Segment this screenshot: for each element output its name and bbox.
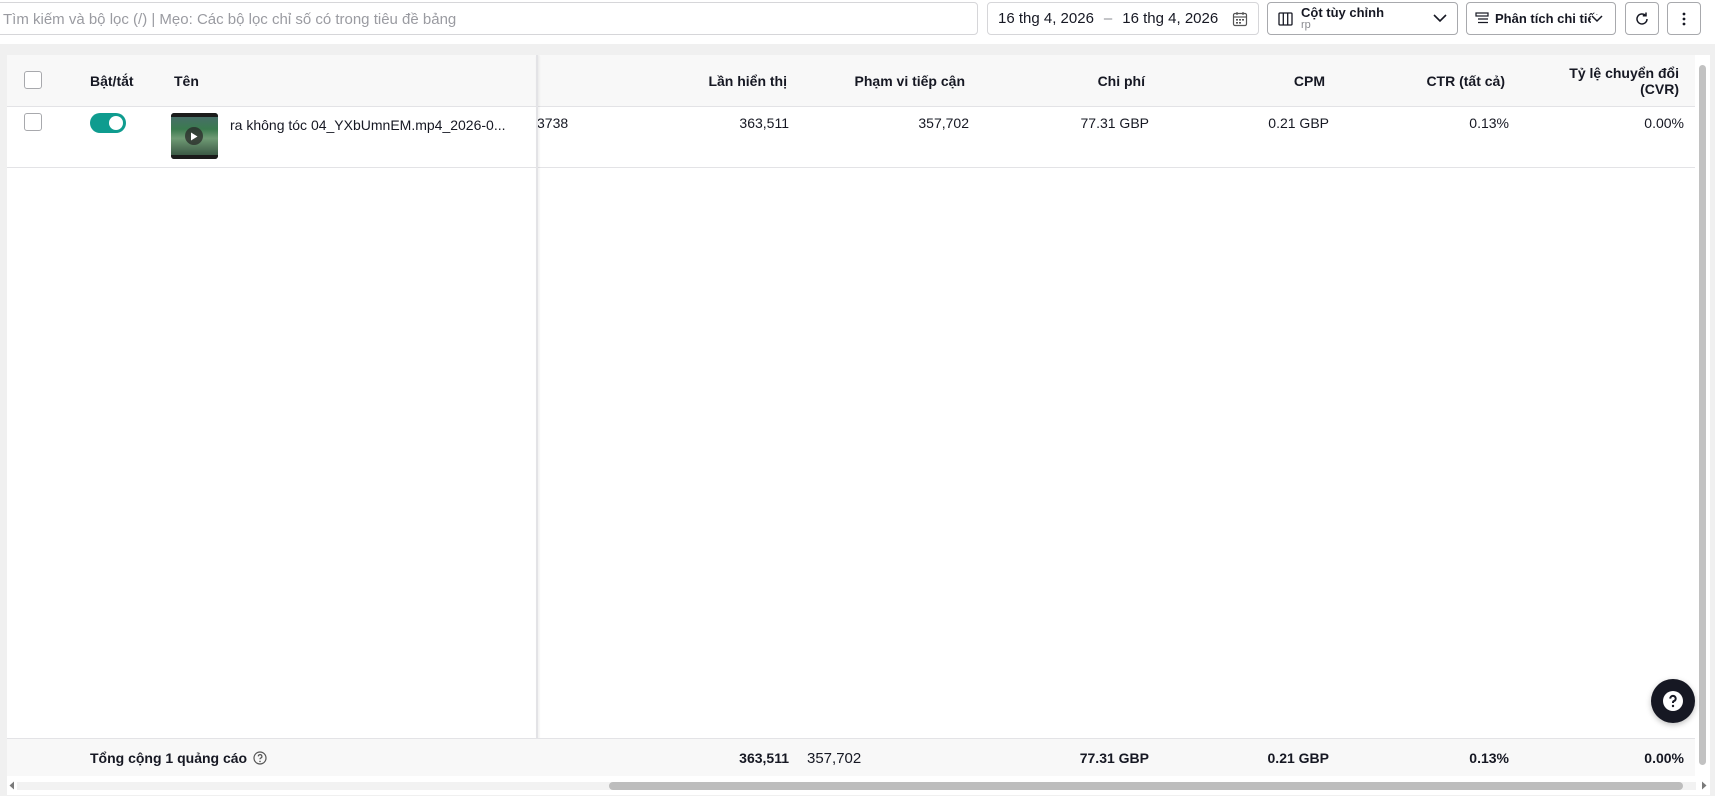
horizontal-scrollbar[interactable] (7, 776, 1710, 795)
header-cvr-line1: Tỷ lệ chuyển đổi (1569, 64, 1679, 81)
date-separator: – (1103, 10, 1113, 27)
search-box[interactable] (0, 2, 978, 35)
header-reach[interactable]: Phạm vi tiếp cận (787, 55, 965, 106)
date-start: 16 thg 4, 2026 (998, 10, 1094, 27)
cell-hidden-column: 3738 (537, 115, 569, 131)
header-toggle[interactable]: Bật/tắt (90, 55, 134, 106)
search-input[interactable] (1, 3, 977, 34)
more-button[interactable] (1667, 2, 1701, 35)
header-ctr[interactable]: CTR (tất cả) (1327, 55, 1505, 106)
table-footer-totals: Tổng cộng 1 quảng cáo 363,511 357,702 77… (7, 738, 1695, 777)
header-name[interactable]: Tên (174, 55, 199, 106)
cell-cvr: 0.00% (1644, 115, 1684, 131)
scroll-left-arrow-icon[interactable] (9, 781, 15, 790)
ad-name-link[interactable]: ra không tóc 04_YXbUmnEM.mp4_2026-0... (230, 117, 520, 133)
horizontal-scroll-thumb[interactable] (609, 782, 1683, 790)
date-end: 16 thg 4, 2026 (1122, 10, 1219, 27)
thumbnail-bottom-bar (171, 155, 218, 159)
calendar-icon (1232, 11, 1248, 27)
header-cvr[interactable]: Tỷ lệ chuyển đổi (CVR) (1507, 55, 1679, 106)
select-all-checkbox[interactable] (24, 71, 42, 89)
total-cvr: 0.00% (1644, 750, 1684, 766)
play-icon (185, 127, 203, 145)
chevron-down-icon (1433, 14, 1447, 23)
refresh-button[interactable] (1625, 2, 1659, 35)
help-button[interactable] (1651, 679, 1695, 723)
custom-columns-sub: rp (1301, 18, 1311, 31)
toolbar: 16 thg 4, 2026 – 16 thg 4, 2026 Cột tùy … (0, 0, 1715, 44)
table-header: Bật/tắt Tên Lần hiển thị Phạm vi tiếp cậ… (7, 55, 1695, 107)
info-icon[interactable] (253, 751, 267, 765)
total-ctr: 0.13% (1469, 750, 1509, 766)
header-cpm[interactable]: CPM (1147, 55, 1325, 106)
cell-ctr: 0.13% (1469, 115, 1509, 131)
refresh-icon (1634, 11, 1650, 27)
cell-cost: 77.31 GBP (1080, 115, 1150, 131)
custom-columns-label: Cột tùy chỉnh (1301, 4, 1385, 20)
total-cpm: 0.21 GBP (1267, 750, 1329, 766)
vertical-scrollbar[interactable] (1695, 55, 1710, 776)
header-cost[interactable]: Chi phí (967, 55, 1145, 106)
scroll-right-arrow-icon[interactable] (1701, 781, 1707, 790)
frozen-column-divider (536, 55, 538, 776)
cell-reach: 357,702 (918, 115, 969, 131)
thumbnail-top-bar (171, 113, 218, 117)
total-impressions: 363,511 (739, 750, 789, 766)
header-impressions[interactable]: Lần hiển thị (607, 55, 787, 106)
breakdown-label: Phân tích chi tiết (1495, 11, 1600, 26)
ad-status-toggle[interactable] (90, 113, 126, 133)
header-cvr-line2: (CVR) (1640, 80, 1679, 97)
cell-cpm: 0.21 GBP (1268, 115, 1329, 131)
total-cost: 77.31 GBP (1079, 750, 1149, 766)
video-thumbnail[interactable] (171, 113, 218, 159)
total-reach: 357,702 (807, 749, 862, 767)
breakdown-icon (1475, 12, 1489, 25)
cell-impressions: 363,511 (739, 115, 789, 131)
breakdown-button[interactable]: Phân tích chi tiết (1466, 2, 1616, 35)
row-checkbox[interactable] (24, 113, 42, 131)
vertical-scroll-thumb[interactable] (1699, 65, 1706, 765)
totals-label-group: Tổng cộng 1 quảng cáo (90, 739, 267, 777)
help-icon (1662, 690, 1684, 712)
columns-icon (1278, 11, 1293, 26)
custom-columns-dropdown[interactable]: Cột tùy chỉnh rp (1267, 2, 1458, 35)
date-range-picker[interactable]: 16 thg 4, 2026 – 16 thg 4, 2026 (987, 2, 1259, 35)
totals-label: Tổng cộng 1 quảng cáo (90, 750, 248, 766)
ads-table-panel: Bật/tắt Tên Lần hiển thị Phạm vi tiếp cậ… (7, 55, 1710, 795)
chevron-down-icon (1591, 14, 1604, 23)
more-icon (1682, 12, 1686, 26)
